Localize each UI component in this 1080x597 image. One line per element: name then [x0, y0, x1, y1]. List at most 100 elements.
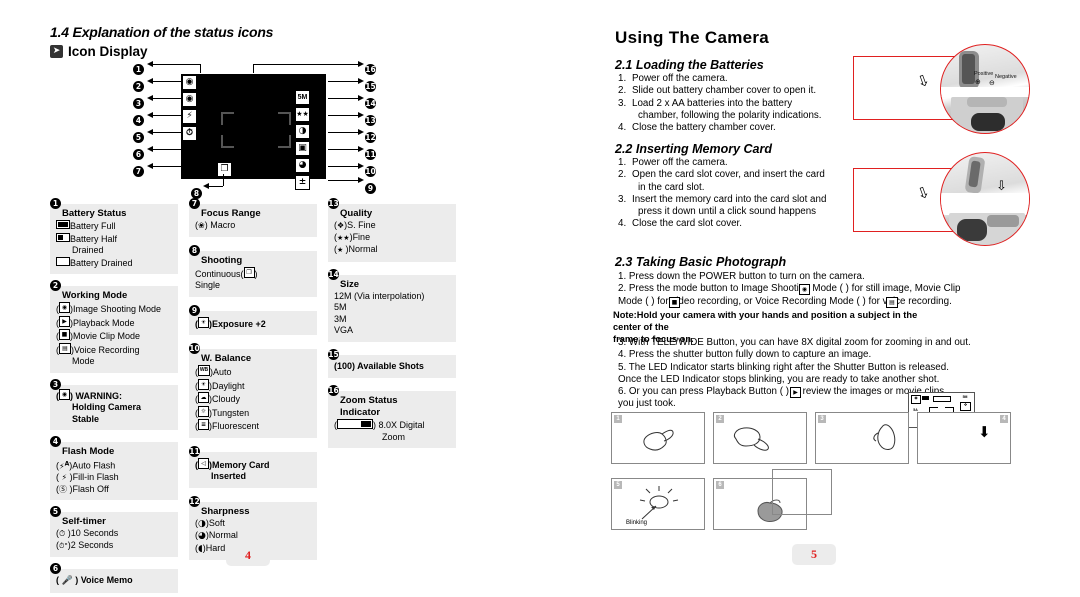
- legend-item-voice-memo: 6 ( 🎤 ) Voice Memo: [50, 563, 178, 593]
- battery-empty-icon: [56, 256, 70, 266]
- legend-title-line2: Indicator: [340, 407, 381, 418]
- down-arrow-icon: ⬇: [978, 423, 991, 441]
- illustration-panel-1: 1: [611, 412, 705, 464]
- step-line: 5. The LED Indicator starts blinking rig…: [618, 361, 949, 373]
- lcd-right-icon-column: 5M ★★ ◑ ▣ ◕ ±: [295, 90, 310, 192]
- voice-recording-mode-icon: ▤: [886, 296, 898, 308]
- icon-display-label: Icon Display: [68, 44, 148, 59]
- legend-item-focus-range: 7 Focus Range (❀) Macro: [189, 198, 317, 237]
- exposure-icon: ☀: [198, 316, 209, 328]
- callout-12: 12: [365, 132, 376, 143]
- zoom-bar-icon: [337, 419, 373, 429]
- legend-row-label: Auto Flash: [72, 460, 116, 471]
- step-line: 1. Press down the POWER button to turn o…: [618, 271, 865, 282]
- legend-row-label: Fill-in Flash: [72, 472, 119, 483]
- illustration-panel-5: 5 Blinking: [611, 478, 705, 530]
- section-2-3-steps-part2: 3. With TELE/WIDE Button, you can have 8…: [618, 337, 1068, 411]
- lcd-left-icon-column: ◉ ◉ ⚡ ⏱: [182, 75, 197, 143]
- hand-shake-camera-icon: ◉: [182, 92, 197, 107]
- legend-row-label: Hard: [205, 542, 226, 553]
- legend-title: Sharpness: [201, 505, 250, 517]
- step-line-2: 2. Press the mode button to Image Shooti…: [618, 283, 961, 296]
- battery-half-icon: [56, 232, 70, 242]
- legend-item-self-timer: 5 Self-timer (⏱ )10 Seconds (⏱")2 Second…: [50, 506, 178, 558]
- sharpness-hard-icon: ◖: [198, 543, 203, 554]
- flash-auto-icon: ⚡A: [59, 460, 70, 471]
- blinking-label: Blinking: [626, 520, 648, 526]
- left-page: 1.4 Explanation of the status icons ➤ Ic…: [0, 0, 520, 593]
- legend-item-working-mode: 2 Working Mode (◉)Image Shooting Mode (▶…: [50, 280, 178, 373]
- legend-item-warning: 3 (◉) WARNING: Holding Camera Stable: [50, 378, 178, 430]
- page-number-left: 4: [226, 545, 270, 566]
- flash-auto-icon: ⚡: [182, 109, 197, 124]
- size-icon: 5M: [295, 90, 310, 105]
- panel-number: 5: [614, 481, 622, 489]
- legend-row-label: Macro: [207, 220, 236, 230]
- legend-row-label: Daylight: [212, 380, 245, 391]
- callout-7: 7: [133, 161, 144, 179]
- callout-2: 2: [133, 76, 144, 94]
- battery-icon: [922, 396, 929, 400]
- playback-mode-icon: ▶: [790, 387, 801, 399]
- callout-16: 16: [365, 64, 376, 75]
- playback-zoom-frame: [772, 469, 832, 515]
- legend-row-label: Movie Clip Mode: [73, 331, 141, 341]
- legend-title: Memory Card: [212, 459, 270, 470]
- sharpness-normal-icon: ◕: [198, 531, 206, 541]
- battery-loading-photo: Positive ⊕ Negative ⊖: [940, 44, 1030, 134]
- step-line: you just took.: [618, 398, 676, 410]
- legend-row-label: Battery Half: [70, 233, 118, 244]
- panel-number: 3: [818, 415, 826, 423]
- legend-item-available-shots: 15 (100) Available Shots: [328, 348, 456, 378]
- size-label: 5M: [960, 394, 970, 400]
- callout-3: 3: [133, 93, 144, 111]
- legend-row-label: Battery Drained: [70, 257, 133, 268]
- callout-11: 11: [365, 149, 376, 160]
- step-line-3: Mode ( ) for video recording, or Voice R…: [618, 295, 952, 308]
- insert-arrow-icon: ⇩: [996, 179, 1007, 194]
- legend-title: Quality: [340, 208, 373, 219]
- legend-title: Battery Status: [62, 208, 127, 219]
- legend-column-1: 1 Battery Status Battery Full Battery Ha…: [50, 196, 178, 597]
- self-timer-icon: ⏱: [182, 126, 197, 141]
- step-line: 4. Press the shutter button fully down t…: [618, 349, 872, 361]
- legend-item-exposure: 9 (☀)Exposure +2: [189, 304, 317, 335]
- panel-number: 6: [716, 481, 724, 489]
- movie-clip-mode-icon: ■: [669, 296, 680, 308]
- legend-title: Flash Mode: [62, 446, 115, 457]
- legend-row-label: 12M (Via interpolation): [334, 290, 425, 301]
- legend-row-label: Normal: [348, 244, 378, 254]
- legend-row-label: Fluorescent: [212, 421, 260, 431]
- callout-14: 14: [365, 98, 376, 109]
- positive-label: Positive: [974, 71, 994, 77]
- timer-2s-icon: ⏱": [59, 541, 68, 550]
- legend-title: WARNING:: [75, 390, 123, 401]
- image-shooting-mode-icon: ◉: [59, 302, 70, 313]
- legend-row-label: Fine: [352, 231, 371, 242]
- legend-row-label: Voice Recording: [74, 344, 140, 355]
- wb-fluorescent-icon: ≡: [198, 419, 209, 430]
- legend-title: Shooting: [201, 254, 243, 266]
- flash-off-icon: Ⓢ: [59, 484, 67, 494]
- section-2-2-heading: 2.2 Inserting Memory Card: [615, 142, 772, 156]
- legend-item-white-balance: 10 W. Balance (WB)Auto (☀)Daylight (☁)Cl…: [189, 343, 317, 438]
- white-balance-icon: ◕: [295, 158, 310, 173]
- movie-clip-mode-icon: ■: [59, 329, 70, 340]
- memory-card-icon: ◁: [198, 457, 209, 469]
- callout-6: 6: [133, 144, 144, 162]
- quality-label: ❖: [960, 402, 971, 411]
- legend-item-flash-mode: 4 Flash Mode (⚡A)Auto Flash ( ⚡ )Fill-in…: [50, 436, 178, 501]
- legend-row-label: Zoom: [382, 431, 406, 442]
- legend-row-label: Mode: [72, 356, 95, 366]
- memory-card-photo: ⇩: [940, 152, 1030, 246]
- legend-row-label: S. Fine: [347, 220, 376, 230]
- legend-row-label: Stable: [72, 413, 100, 424]
- legend-title: W. Balance: [201, 353, 252, 364]
- sharpness-icon: ◑: [295, 124, 310, 139]
- zoom-bar-icon: [933, 396, 951, 402]
- lcd-icon-display-diagram: ◉ ◉ ⚡ ⏱ 5M ★★ ◑ ▣ ◕ ± ❐ 2 3 4 5 6 7 1 16…: [133, 61, 378, 199]
- step-line: 3. With TELE/WIDE Button, you can have 8…: [618, 337, 971, 348]
- legend-item-shooting: 8 Shooting Continuous(❐) Single: [189, 244, 317, 297]
- legend-row-label: Holding Camera: [72, 402, 142, 412]
- step-line: Once the LED Indicator stops blinking, y…: [618, 373, 940, 385]
